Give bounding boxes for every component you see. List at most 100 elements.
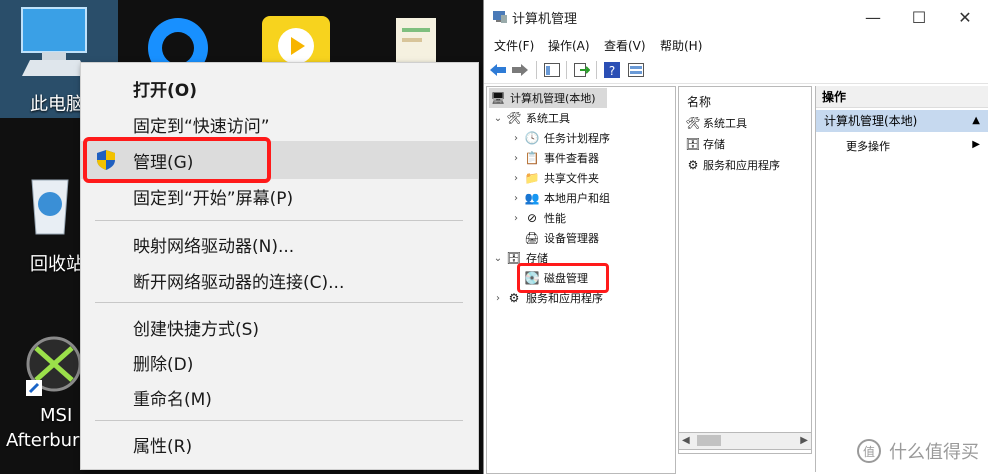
- menu-item-properties[interactable]: 属性(R): [81, 425, 478, 463]
- tree-node-task-scheduler[interactable]: › 🕓 任务计划程序: [509, 128, 610, 148]
- tree-node-performance[interactable]: › ⊘ 性能: [509, 208, 566, 228]
- menu-item-delete-label: 删除(D): [133, 354, 194, 375]
- this-pc-label: 此电脑: [30, 94, 84, 115]
- menu-file[interactable]: 文件(F): [494, 37, 534, 54]
- actions-section-computer-management[interactable]: 计算机管理(本地) ▲: [816, 110, 988, 132]
- console-tree: 🖥 计算机管理(本地) ⌄ 🛠 系统工具 › 🕓 任务计划程序 › 📋 事件查看…: [486, 86, 676, 474]
- maximize-button[interactable]: ☐: [896, 2, 942, 32]
- menu-item-disconnect-drive-label: 断开网络驱动器的连接(C)...: [133, 272, 345, 293]
- tree-node-computer-management[interactable]: 🖥 计算机管理(本地): [489, 88, 607, 108]
- details-list: 名称 🛠 系统工具 🗄 存储 ⚙ 服务和应用程序: [678, 86, 812, 454]
- chevron-right-icon[interactable]: ›: [509, 133, 523, 144]
- tree-node-shared-folders[interactable]: › 📁 共享文件夹: [509, 168, 599, 188]
- menu-item-disconnect-drive[interactable]: 断开网络驱动器的连接(C)...: [81, 261, 478, 299]
- menu-item-create-shortcut[interactable]: 创建快捷方式(S): [81, 308, 478, 346]
- recycle-bin-label: 回收站: [30, 254, 84, 275]
- chevron-right-icon[interactable]: ›: [509, 153, 523, 164]
- list-item[interactable]: ⚙ 服务和应用程序: [685, 156, 780, 174]
- column-header-name[interactable]: 名称: [687, 93, 711, 110]
- forward-arrow-icon: [512, 64, 528, 76]
- scroll-left-icon[interactable]: ◀: [682, 433, 690, 449]
- watermark-text: 什么值得买: [889, 442, 979, 463]
- chevron-right-icon[interactable]: ›: [509, 173, 523, 184]
- users-icon: 👥: [524, 191, 540, 205]
- tree-node-label: 本地用户和组: [544, 192, 610, 205]
- tree-node-label: 计算机管理(本地): [510, 92, 596, 105]
- system-tools-icon: 🛠: [506, 111, 522, 125]
- tree-node-system-tools[interactable]: ⌄ 🛠 系统工具: [491, 108, 570, 128]
- horizontal-scrollbar[interactable]: ◀ ▶: [678, 432, 812, 450]
- computer-management-window: 计算机管理 — ☐ ✕ 文件(F) 操作(A) 查看(V) 帮助(H) ? 🖥 …: [483, 0, 988, 474]
- help-icon: ?: [604, 62, 620, 78]
- menu-separator: [95, 420, 463, 421]
- tree-node-label: 共享文件夹: [544, 172, 599, 185]
- services-icon: ⚙: [508, 291, 520, 305]
- watermark: 值 什么值得买: [855, 438, 979, 464]
- tree-node-local-users[interactable]: › 👥 本地用户和组: [509, 188, 610, 208]
- menu-view[interactable]: 查看(V): [604, 37, 646, 54]
- menu-item-open[interactable]: 打开(O): [81, 69, 478, 107]
- toolbar: ?: [484, 57, 988, 84]
- chevron-down-icon[interactable]: ⌄: [491, 113, 505, 124]
- system-tools-icon: 🛠: [685, 116, 701, 130]
- recycle-bin-icon: [31, 179, 69, 235]
- list-item[interactable]: 🗄 存储: [685, 135, 725, 153]
- services-icon: ⚙: [687, 158, 699, 172]
- forward-button[interactable]: [510, 60, 530, 80]
- help-button[interactable]: ?: [602, 60, 622, 80]
- title-bar[interactable]: 计算机管理 — ☐ ✕: [484, 0, 988, 34]
- scroll-thumb[interactable]: [697, 435, 721, 446]
- msi-label-1: MSI: [40, 405, 73, 426]
- menu-item-pin-quick-access-label: 固定到“快速访问”: [133, 116, 270, 137]
- chevron-down-icon[interactable]: ⌄: [491, 253, 505, 264]
- menu-help[interactable]: 帮助(H): [660, 37, 702, 54]
- tree-node-services-apps[interactable]: › ⚙ 服务和应用程序: [491, 288, 603, 308]
- chevron-right-icon[interactable]: ›: [509, 213, 523, 224]
- collapse-up-icon[interactable]: ▲: [972, 110, 980, 132]
- menu-item-delete[interactable]: 删除(D): [81, 343, 478, 381]
- tree-node-label: 事件查看器: [544, 152, 599, 165]
- list-item-label: 服务和应用程序: [703, 159, 780, 172]
- app-icon: [492, 9, 508, 29]
- actions-header: 操作: [816, 86, 988, 108]
- tree-node-label: 任务计划程序: [544, 132, 610, 145]
- export-list-button[interactable]: [572, 60, 592, 80]
- chevron-right-icon[interactable]: ›: [491, 293, 505, 304]
- show-hide-tree-button[interactable]: [542, 60, 562, 80]
- svg-text:值: 值: [863, 444, 875, 459]
- storage-icon: 🗄: [685, 137, 701, 151]
- menu-item-pin-start[interactable]: 固定到“开始”屏幕(P): [81, 177, 478, 215]
- console-tree-icon: [544, 63, 560, 77]
- device-manager-icon: 🖨: [524, 231, 540, 245]
- menu-item-create-shortcut-label: 创建快捷方式(S): [133, 319, 260, 340]
- export-icon: [574, 63, 590, 77]
- close-button[interactable]: ✕: [942, 2, 988, 32]
- window-title: 计算机管理: [512, 12, 578, 27]
- watermark-logo-icon: 值: [857, 439, 881, 463]
- minimize-button[interactable]: —: [850, 2, 896, 32]
- back-button[interactable]: [488, 60, 508, 80]
- menu-bar: 文件(F) 操作(A) 查看(V) 帮助(H): [484, 34, 988, 56]
- menu-item-rename[interactable]: 重命名(M): [81, 378, 478, 416]
- menu-item-map-drive[interactable]: 映射网络驱动器(N)...: [81, 225, 478, 263]
- actions-pane: 操作 计算机管理(本地) ▲ 更多操作 ▶: [815, 86, 988, 472]
- chevron-right-icon[interactable]: ›: [509, 193, 523, 204]
- clock-icon: 🕓: [524, 131, 540, 145]
- menu-separator: [95, 220, 463, 221]
- msi-desktop-item[interactable]: [22, 330, 82, 404]
- computer-management-icon: 🖥: [490, 91, 506, 105]
- menu-action[interactable]: 操作(A): [548, 37, 590, 54]
- menu-item-properties-label: 属性(R): [133, 436, 193, 457]
- tree-node-label: 服务和应用程序: [526, 292, 603, 305]
- actions-section-label: 计算机管理(本地): [824, 114, 918, 128]
- more-actions-item[interactable]: 更多操作: [846, 138, 890, 154]
- tree-node-event-viewer[interactable]: › 📋 事件查看器: [509, 148, 599, 168]
- tree-node-device-manager[interactable]: 🖨 设备管理器: [523, 228, 599, 248]
- properties-button[interactable]: [626, 60, 646, 80]
- recycle-bin-desktop-item[interactable]: [22, 168, 78, 244]
- scroll-right-icon[interactable]: ▶: [800, 433, 808, 449]
- list-item-label: 存储: [703, 138, 725, 151]
- list-item[interactable]: 🛠 系统工具: [685, 114, 747, 132]
- submenu-arrow-icon: ▶: [972, 139, 980, 150]
- properties-icon: [628, 63, 644, 77]
